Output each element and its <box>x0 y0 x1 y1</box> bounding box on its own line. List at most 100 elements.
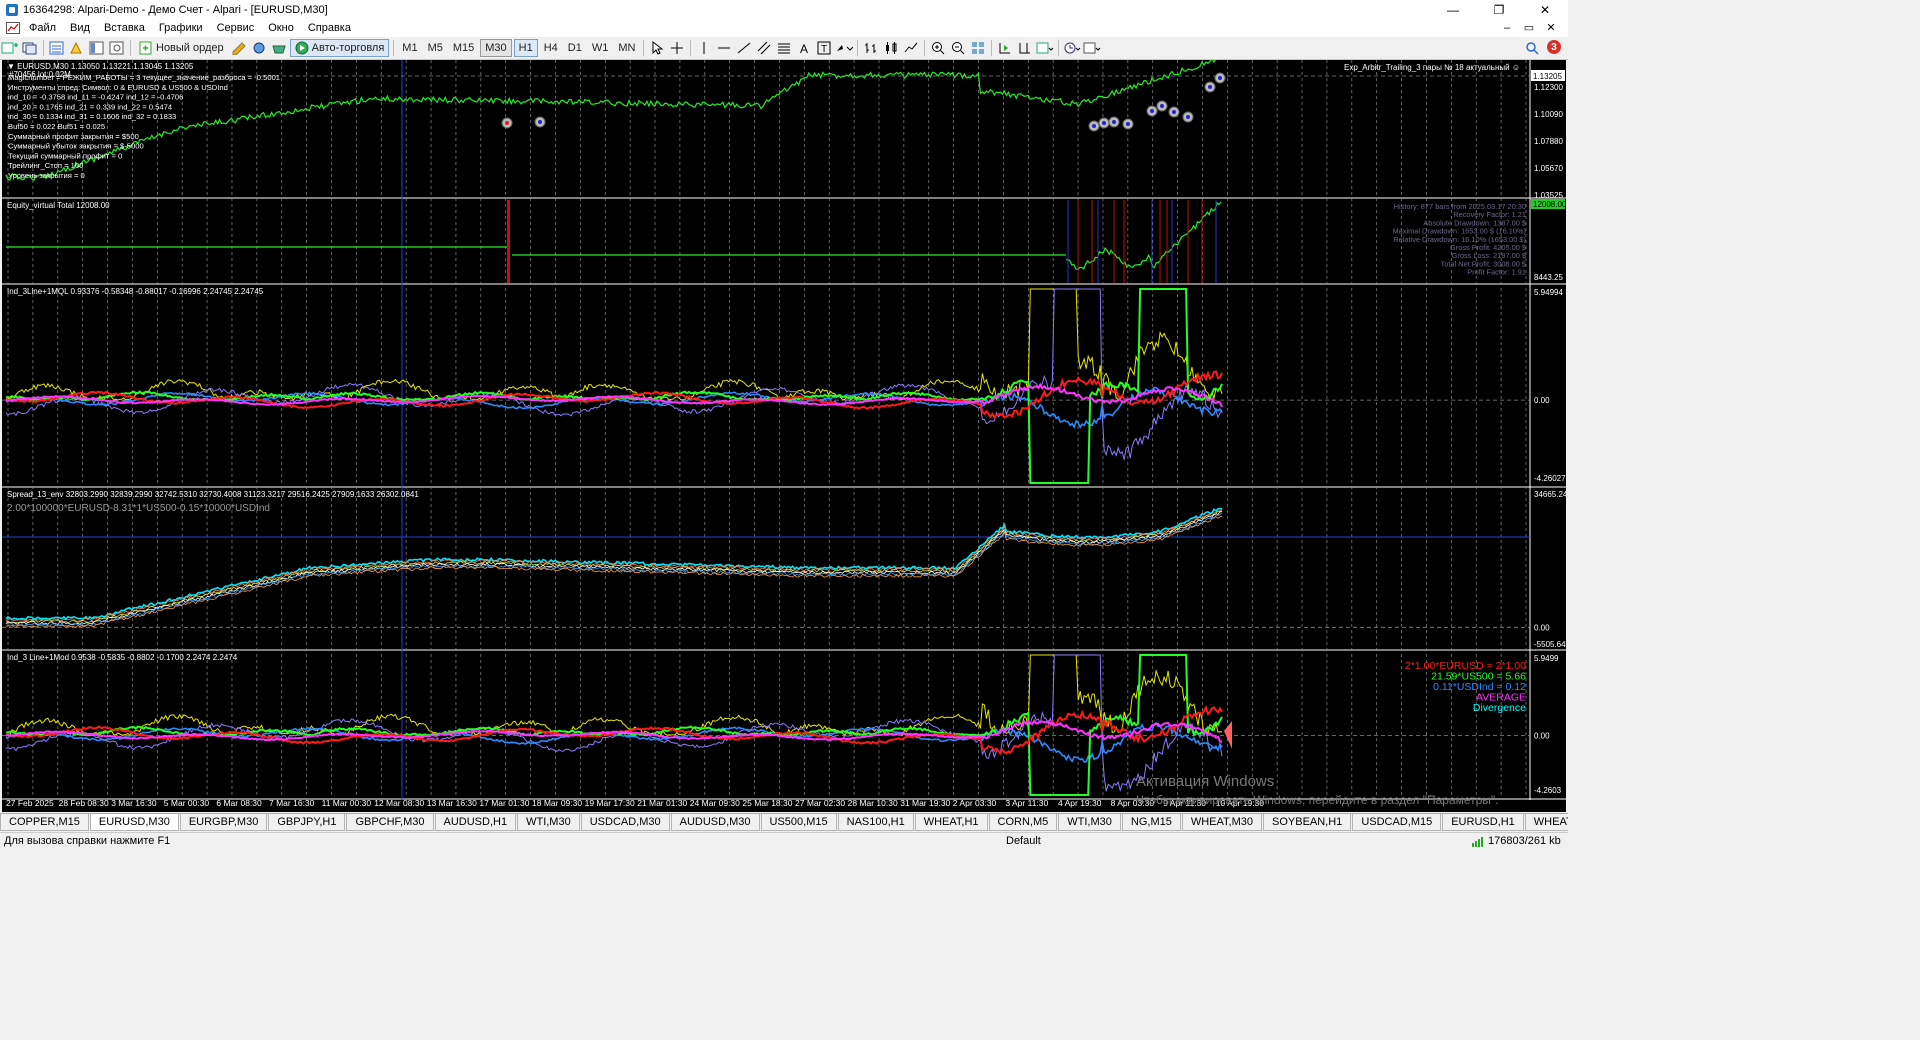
time-axis-label: 19 Mar 17:30 <box>585 798 635 808</box>
timeframe-w1[interactable]: W1 <box>588 39 613 57</box>
menu-charts[interactable]: Графики <box>152 22 210 34</box>
text-label-icon[interactable]: T <box>815 39 833 57</box>
trade-marker-dot <box>538 120 542 124</box>
price-scale-label: 0.00 <box>1534 731 1550 740</box>
navigator-icon[interactable] <box>88 39 106 57</box>
menu-tools[interactable]: Сервис <box>210 22 262 34</box>
timeframe-d1[interactable]: D1 <box>564 39 586 57</box>
indicator-pane-header: Ind_3Line+1MQL 0.93376 -0.58348 -0.88017… <box>7 287 264 296</box>
time-axis-label: 21 Mar 01:30 <box>637 798 687 808</box>
restore-button[interactable]: ❐ <box>1476 0 1522 19</box>
minimize-button[interactable]: — <box>1430 0 1476 19</box>
chart-tab[interactable]: CORN,M5 <box>988 814 1058 831</box>
price-scale-label: -4.2603 <box>1534 786 1562 795</box>
chart-shift-icon[interactable] <box>1016 39 1034 57</box>
timeframe-m30[interactable]: M30 <box>480 39 512 57</box>
chart-tab[interactable]: AUDUSD,M30 <box>670 814 760 831</box>
trendline-icon[interactable] <box>735 39 753 57</box>
market-icon[interactable] <box>270 39 288 57</box>
autotrading-button[interactable]: Авто-торговля <box>289 39 390 57</box>
indicators-icon[interactable] <box>1036 39 1054 57</box>
chart-tab[interactable]: WHEAT,H1 <box>914 814 988 831</box>
chart-tab[interactable]: COPPER,M15 <box>0 814 89 831</box>
chart-tab[interactable]: GBPCHF,M30 <box>346 814 434 831</box>
chart-tab[interactable]: AUDUSD,H1 <box>434 814 517 831</box>
close-button[interactable]: ✕ <box>1522 0 1568 19</box>
menu-view[interactable]: Вид <box>63 22 97 34</box>
menu-bar: Файл Вид Вставка Графики Сервис Окно Спр… <box>0 19 1568 37</box>
text-icon[interactable]: A <box>795 39 813 57</box>
indicator-pane-header: Ind_3 Line+1Mod 0.9538 -0.5835 -0.8802 -… <box>7 653 238 662</box>
main-toolbar: Новый ордер Авто-торговля M1 M5 M15 M30 … <box>0 37 1568 60</box>
timeframe-h4[interactable]: H4 <box>540 39 562 57</box>
market-watch-icon[interactable] <box>48 39 66 57</box>
trade-marker-dot <box>1092 124 1096 128</box>
zoom-in-icon[interactable] <box>929 39 947 57</box>
crosshair-icon[interactable] <box>668 39 686 57</box>
cursor-icon[interactable] <box>648 39 666 57</box>
profiles-icon[interactable] <box>21 39 39 57</box>
timeframe-m5[interactable]: M5 <box>424 39 447 57</box>
timeframe-h1[interactable]: H1 <box>513 39 538 57</box>
metaeditor-icon[interactable] <box>230 39 248 57</box>
chart-tab[interactable]: NG,M15 <box>1121 814 1181 831</box>
notifications-icon[interactable]: 3 <box>1545 38 1563 56</box>
zoom-out-icon[interactable] <box>949 39 967 57</box>
chart-area[interactable]: 27 Feb 2025 28 Feb 08:30 3 Mar 16:30 5 Mar … <box>2 60 1566 812</box>
toolbar-separator <box>690 40 692 56</box>
mdi-close-button[interactable]: ✕ <box>1540 19 1562 37</box>
fibonacci-icon[interactable] <box>775 39 793 57</box>
terminal-icon[interactable] <box>108 39 126 57</box>
chart-tab[interactable]: SOYBEAN,H1 <box>1263 814 1352 831</box>
timeframe-m1[interactable]: M1 <box>398 39 421 57</box>
windows-activation-title: Активация Windows <box>1136 773 1275 790</box>
chart-tab[interactable]: WHEAT,M30 <box>1181 814 1262 831</box>
chart-tab[interactable]: GBPJPY,H1 <box>268 814 346 831</box>
candlestick-icon[interactable] <box>882 39 900 57</box>
line-chart-icon[interactable] <box>902 39 920 57</box>
new-chart-icon[interactable] <box>1 39 19 57</box>
status-profile: Default <box>1006 835 1041 847</box>
chart-window-icon[interactable] <box>4 21 22 35</box>
arrows-icon[interactable] <box>835 39 854 57</box>
chart-tab[interactable]: NAS100,H1 <box>837 814 914 831</box>
auto-scroll-icon[interactable] <box>996 39 1014 57</box>
horizontal-line-icon[interactable] <box>715 39 733 57</box>
chart-tab[interactable]: USDCAD,M15 <box>1352 814 1442 831</box>
periods-icon[interactable] <box>1063 39 1081 57</box>
menu-help[interactable]: Справка <box>301 22 358 34</box>
menu-file[interactable]: Файл <box>22 22 63 34</box>
chart-tab[interactable]: WHEAT,H1 <box>1524 814 1568 831</box>
tile-windows-icon[interactable] <box>969 39 987 57</box>
chart-tab[interactable]: EURUSD,H1 <box>1442 814 1524 831</box>
info-line: ind_30 = 0.1334 ind_31 = 0.1606 ind_32 =… <box>8 112 176 121</box>
windows-activation-text: Чтобы активировать Windows, перейдите в … <box>1136 793 1499 807</box>
data-window-icon[interactable] <box>68 39 86 57</box>
chart-tab[interactable]: WTI,M30 <box>1058 814 1121 831</box>
chart-tab[interactable]: US500,M15 <box>760 814 837 831</box>
new-order-button[interactable]: Новый ордер <box>135 39 228 57</box>
signals-icon[interactable] <box>250 39 268 57</box>
bar-chart-icon[interactable] <box>862 39 880 57</box>
vertical-line-icon[interactable] <box>695 39 713 57</box>
loss-bar <box>507 200 510 283</box>
time-axis-label: 24 Mar 09:30 <box>690 798 740 808</box>
menu-insert[interactable]: Вставка <box>97 22 152 34</box>
app-icon <box>6 3 18 16</box>
chart-tab[interactable]: EURUSD,M30 <box>89 814 179 831</box>
chart-tab[interactable]: USDCAD,M30 <box>580 814 670 831</box>
trade-marker-dot <box>1160 104 1164 108</box>
spread-formula: 2.00*100000*EURUSD-8.31*1*US500-0.15*100… <box>7 503 270 514</box>
mdi-minimize-button[interactable]: – <box>1496 19 1518 37</box>
chart-tab[interactable]: WTI,M30 <box>517 814 580 831</box>
indicator-line <box>5 386 1223 429</box>
search-icon[interactable] <box>1523 39 1541 57</box>
chart-tab[interactable]: EURGBP,M30 <box>179 814 268 831</box>
menu-window[interactable]: Окно <box>261 22 301 34</box>
timeframe-m15[interactable]: M15 <box>449 39 478 57</box>
timeframe-mn[interactable]: MN <box>614 39 639 57</box>
mdi-restore-button[interactable]: ▭ <box>1518 19 1540 37</box>
chart-canvas[interactable]: 27 Feb 2025 28 Feb 08:30 3 Mar 16:30 5 Mar … <box>2 60 1566 812</box>
channel-icon[interactable] <box>755 39 773 57</box>
templates-icon[interactable] <box>1083 39 1101 57</box>
